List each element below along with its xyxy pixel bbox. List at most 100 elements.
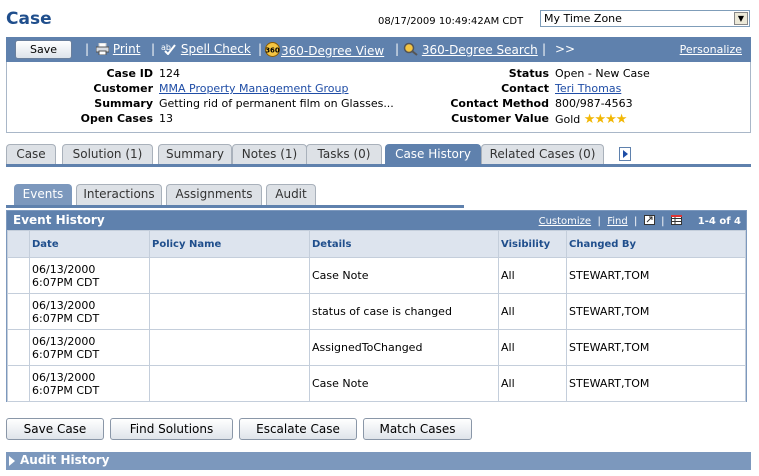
column-date[interactable]: Date xyxy=(29,230,150,258)
svg-text:360: 360 xyxy=(265,47,280,55)
changed-by-cell: STEWART,TOM xyxy=(566,257,746,294)
toolbar: Save | Print | ab Spell Check | 360 360-… xyxy=(6,37,751,62)
date-cell: 06/13/2000 6:07PM CDT xyxy=(29,365,150,402)
search-360-link[interactable]: 360-Degree Search xyxy=(403,42,538,59)
date-cell: 06/13/2000 6:07PM CDT xyxy=(29,257,150,294)
toolbar-separator: | xyxy=(542,42,547,56)
column-changed-by[interactable]: Changed By xyxy=(566,230,746,258)
expand-arrow-icon[interactable] xyxy=(9,456,15,466)
view-360-icon: 360 xyxy=(264,42,281,60)
find-solutions-button[interactable]: Find Solutions xyxy=(110,418,233,440)
policy-name-cell xyxy=(149,293,310,330)
summary-value: Getting rid of permanent film on Glasses… xyxy=(159,97,394,110)
printer-icon xyxy=(95,42,110,58)
changed-by-cell: STEWART,TOM xyxy=(566,329,746,366)
audit-history-label: Audit History xyxy=(20,453,110,467)
match-cases-button[interactable]: Match Cases xyxy=(363,418,472,440)
contact-link[interactable]: Teri Thomas xyxy=(555,82,621,95)
tab-case[interactable]: Case xyxy=(6,144,56,164)
audit-history-section[interactable]: Audit History xyxy=(6,452,751,470)
details-cell: Case Note xyxy=(309,257,499,294)
timestamp: 08/17/2009 10:49:42AM CDT xyxy=(378,16,524,27)
download-grid-icon[interactable] xyxy=(670,215,682,227)
subtab-audit[interactable]: Audit xyxy=(266,184,316,205)
date-cell: 06/13/2000 6:07PM CDT xyxy=(29,293,150,330)
row-selector[interactable] xyxy=(7,257,30,294)
find-link[interactable]: Find xyxy=(607,216,628,227)
subtab-assignments[interactable]: Assignments xyxy=(166,184,262,205)
date-cell: 06/13/2000 6:07PM CDT xyxy=(29,329,150,366)
tab-tasks[interactable]: Tasks (0) xyxy=(306,144,382,164)
escalate-case-button[interactable]: Escalate Case xyxy=(239,418,357,440)
toolbar-separator: | xyxy=(258,42,263,56)
visibility-cell: All xyxy=(498,329,567,366)
grid-header: Event History Customize | Find | | 1-4 o… xyxy=(7,211,746,230)
star-rating-icon: ★★★★ xyxy=(583,112,628,127)
summary-label: Summary xyxy=(94,97,153,110)
contact-method-value: 800/987-4563 xyxy=(555,97,633,110)
print-link[interactable]: Print xyxy=(95,42,140,58)
subtab-events[interactable]: Events xyxy=(14,184,72,205)
customer-value-text: Gold xyxy=(555,113,581,126)
column-policy-name[interactable]: Policy Name xyxy=(149,230,310,258)
timezone-select[interactable]: My Time Zone ▼ xyxy=(540,10,750,27)
changed-by-cell: STEWART,TOM xyxy=(566,365,746,402)
customer-link[interactable]: MMA Property Management Group xyxy=(159,82,349,95)
tab-solution[interactable]: Solution (1) xyxy=(62,144,153,164)
details-cell: AssignedToChanged xyxy=(309,329,499,366)
details-cell: Case Note xyxy=(309,365,499,402)
row-selector[interactable] xyxy=(7,365,30,402)
customer-value-label: Customer Value xyxy=(451,112,549,125)
grid-tools: Customize | Find | | 1-4 of 4 xyxy=(538,215,741,227)
case-id-value: 124 xyxy=(159,67,180,80)
column-details[interactable]: Details xyxy=(309,230,499,258)
tab-underline xyxy=(6,164,751,167)
event-table: Date Policy Name Details Visibility Chan… xyxy=(7,230,746,402)
toolbar-separator: | xyxy=(85,42,90,56)
view-all-icon[interactable] xyxy=(643,215,655,227)
tab-notes[interactable]: Notes (1) xyxy=(232,144,307,164)
save-button[interactable]: Save xyxy=(15,40,72,59)
more-link[interactable]: >> xyxy=(555,42,575,56)
customer-value: Gold ★★★★ xyxy=(555,112,628,127)
table-row[interactable]: 06/13/2000 6:07PM CDT Case Note All STEWA… xyxy=(7,257,746,294)
table-header-row: Date Policy Name Details Visibility Chan… xyxy=(7,230,746,258)
visibility-cell: All xyxy=(498,293,567,330)
timezone-value: My Time Zone xyxy=(544,12,622,25)
tab-summary[interactable]: Summary xyxy=(158,144,232,164)
row-selector[interactable] xyxy=(7,293,30,330)
changed-by-cell: STEWART,TOM xyxy=(566,293,746,330)
spell-check-icon: ab xyxy=(161,42,177,58)
search-360-icon xyxy=(403,42,418,59)
spell-check-link[interactable]: ab Spell Check xyxy=(161,42,251,58)
toolbar-separator: | xyxy=(395,42,400,56)
status-value: Open - New Case xyxy=(555,67,650,80)
customer-label: Customer xyxy=(93,82,153,95)
table-row[interactable]: 06/13/2000 6:07PM CDT Case Note All STEWA… xyxy=(7,365,746,402)
event-history-grid: Event History Customize | Find | | 1-4 o… xyxy=(6,210,747,402)
open-cases-value: 13 xyxy=(159,112,173,125)
policy-name-cell xyxy=(149,365,310,402)
policy-name-cell xyxy=(149,329,310,366)
contact-method-label: Contact Method xyxy=(450,97,549,110)
column-visibility[interactable]: Visibility xyxy=(498,230,567,258)
view-360-link[interactable]: 360 360-Degree View xyxy=(264,42,384,60)
details-cell: status of case is changed xyxy=(309,293,499,330)
visibility-cell: All xyxy=(498,365,567,402)
status-label: Status xyxy=(508,67,549,80)
tab-case-history[interactable]: Case History xyxy=(385,144,481,164)
save-case-button[interactable]: Save Case xyxy=(6,418,104,440)
customize-link[interactable]: Customize xyxy=(539,216,592,227)
contact-label: Contact xyxy=(501,82,549,95)
grid-title: Event History xyxy=(13,213,105,227)
table-row[interactable]: 06/13/2000 6:07PM CDT AssignedToChanged A… xyxy=(7,329,746,366)
personalize-link[interactable]: Personalize xyxy=(680,43,742,56)
subtab-interactions[interactable]: Interactions xyxy=(76,184,162,205)
open-cases-label: Open Cases xyxy=(80,112,153,125)
chevron-down-icon[interactable]: ▼ xyxy=(734,12,748,25)
row-selector[interactable] xyxy=(7,329,30,366)
policy-name-cell xyxy=(149,257,310,294)
table-row[interactable]: 06/13/2000 6:07PM CDT status of case is c… xyxy=(7,293,746,330)
tab-next-arrow-icon[interactable] xyxy=(619,147,631,161)
tab-related-cases[interactable]: Related Cases (0) xyxy=(481,144,604,164)
